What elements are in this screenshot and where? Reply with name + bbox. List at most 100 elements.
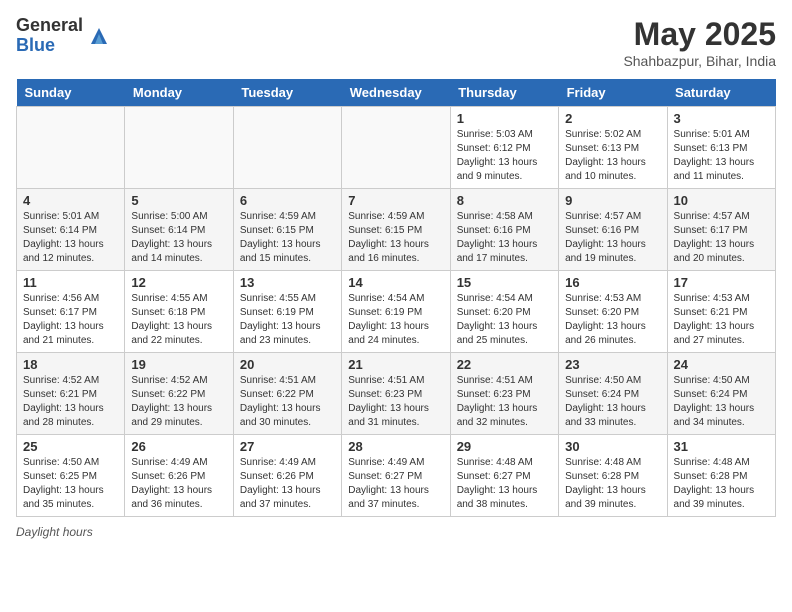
calendar-week-row: 25 Sunrise: 4:50 AM Sunset: 6:25 PM Dayli… xyxy=(17,435,776,517)
day-info: Sunrise: 4:48 AM Sunset: 6:27 PM Dayligh… xyxy=(457,456,552,512)
day-info: Sunrise: 4:50 AM Sunset: 6:24 PM Dayligh… xyxy=(674,374,769,430)
day-number: 6 xyxy=(240,193,335,208)
day-number: 22 xyxy=(457,357,552,372)
day-info: Sunrise: 4:52 AM Sunset: 6:22 PM Dayligh… xyxy=(131,374,226,430)
logo: General Blue xyxy=(16,16,111,56)
day-info: Sunrise: 4:55 AM Sunset: 6:19 PM Dayligh… xyxy=(240,292,335,348)
day-info: Sunrise: 4:57 AM Sunset: 6:16 PM Dayligh… xyxy=(565,210,660,266)
calendar-day-cell: 13 Sunrise: 4:55 AM Sunset: 6:19 PM Dayli… xyxy=(233,271,341,353)
day-number: 16 xyxy=(565,275,660,290)
day-number: 1 xyxy=(457,111,552,126)
calendar-day-cell: 26Sunrise: 4:49 AM Sunset: 6:26 PM Dayli… xyxy=(125,435,233,517)
calendar-day-cell: 22 Sunrise: 4:51 AM Sunset: 6:23 PM Dayli… xyxy=(450,353,558,435)
day-info: Sunrise: 4:50 AM Sunset: 6:24 PM Dayligh… xyxy=(565,374,660,430)
calendar-day-cell: 19 Sunrise: 4:52 AM Sunset: 6:22 PM Dayli… xyxy=(125,353,233,435)
calendar-week-row: 1 Sunrise: 5:03 AM Sunset: 6:12 PM Daylig… xyxy=(17,107,776,189)
day-number: 28 xyxy=(348,439,443,454)
calendar-day-cell: 31 Sunrise: 4:48 AM Sunset: 6:28 PM Dayli… xyxy=(667,435,775,517)
calendar-week-row: 18Sunrise: 4:52 AM Sunset: 6:21 PM Dayli… xyxy=(17,353,776,435)
day-number: 25 xyxy=(23,439,118,454)
day-info: Sunrise: 5:01 AM Sunset: 6:14 PM Dayligh… xyxy=(23,210,118,266)
calendar-day-cell: 18Sunrise: 4:52 AM Sunset: 6:21 PM Dayli… xyxy=(17,353,125,435)
day-number: 20 xyxy=(240,357,335,372)
calendar-day-cell: 21Sunrise: 4:51 AM Sunset: 6:23 PM Dayli… xyxy=(342,353,450,435)
calendar-day-cell: 4 Sunrise: 5:01 AM Sunset: 6:14 PM Daylig… xyxy=(17,189,125,271)
calendar-day-cell: 8Sunrise: 4:58 AM Sunset: 6:16 PM Daylig… xyxy=(450,189,558,271)
day-number: 9 xyxy=(565,193,660,208)
day-info: Sunrise: 4:49 AM Sunset: 6:26 PM Dayligh… xyxy=(131,456,226,512)
day-info: Sunrise: 4:57 AM Sunset: 6:17 PM Dayligh… xyxy=(674,210,769,266)
day-info: Sunrise: 4:54 AM Sunset: 6:20 PM Dayligh… xyxy=(457,292,552,348)
day-number: 7 xyxy=(348,193,443,208)
calendar-day-cell: 3 Sunrise: 5:01 AM Sunset: 6:13 PM Daylig… xyxy=(667,107,775,189)
calendar-day-cell: 1 Sunrise: 5:03 AM Sunset: 6:12 PM Daylig… xyxy=(450,107,558,189)
day-number: 11 xyxy=(23,275,118,290)
day-info: Sunrise: 5:02 AM Sunset: 6:13 PM Dayligh… xyxy=(565,128,660,184)
day-number: 13 xyxy=(240,275,335,290)
calendar-day-cell xyxy=(233,107,341,189)
day-info: Sunrise: 5:01 AM Sunset: 6:13 PM Dayligh… xyxy=(674,128,769,184)
day-number: 2 xyxy=(565,111,660,126)
calendar-day-cell: 5 Sunrise: 5:00 AM Sunset: 6:14 PM Daylig… xyxy=(125,189,233,271)
day-number: 31 xyxy=(674,439,769,454)
day-number: 27 xyxy=(240,439,335,454)
logo-general-text: General xyxy=(16,16,83,36)
month-year-title: May 2025 xyxy=(623,16,776,53)
day-info: Sunrise: 5:03 AM Sunset: 6:12 PM Dayligh… xyxy=(457,128,552,184)
calendar-day-cell xyxy=(17,107,125,189)
day-number: 19 xyxy=(131,357,226,372)
calendar-week-row: 11 Sunrise: 4:56 AM Sunset: 6:17 PM Dayli… xyxy=(17,271,776,353)
calendar-day-cell: 6 Sunrise: 4:59 AM Sunset: 6:15 PM Daylig… xyxy=(233,189,341,271)
page-header: General Blue May 2025 Shahbazpur, Bihar,… xyxy=(16,16,776,69)
daylight-hours-label: Daylight hours xyxy=(16,525,93,539)
logo-blue-text: Blue xyxy=(16,36,83,56)
calendar-day-cell: 28 Sunrise: 4:49 AM Sunset: 6:27 PM Dayli… xyxy=(342,435,450,517)
day-info: Sunrise: 4:49 AM Sunset: 6:27 PM Dayligh… xyxy=(348,456,443,512)
day-number: 12 xyxy=(131,275,226,290)
calendar-week-row: 4 Sunrise: 5:01 AM Sunset: 6:14 PM Daylig… xyxy=(17,189,776,271)
calendar-day-cell: 17Sunrise: 4:53 AM Sunset: 6:21 PM Dayli… xyxy=(667,271,775,353)
calendar-day-header: Monday xyxy=(125,79,233,107)
day-info: Sunrise: 4:54 AM Sunset: 6:19 PM Dayligh… xyxy=(348,292,443,348)
logo-icon xyxy=(87,24,111,48)
day-info: Sunrise: 5:00 AM Sunset: 6:14 PM Dayligh… xyxy=(131,210,226,266)
day-info: Sunrise: 4:56 AM Sunset: 6:17 PM Dayligh… xyxy=(23,292,118,348)
day-number: 5 xyxy=(131,193,226,208)
day-number: 21 xyxy=(348,357,443,372)
calendar-day-cell: 27 Sunrise: 4:49 AM Sunset: 6:26 PM Dayli… xyxy=(233,435,341,517)
day-info: Sunrise: 4:59 AM Sunset: 6:15 PM Dayligh… xyxy=(348,210,443,266)
calendar-day-header: Tuesday xyxy=(233,79,341,107)
day-number: 4 xyxy=(23,193,118,208)
day-info: Sunrise: 4:51 AM Sunset: 6:23 PM Dayligh… xyxy=(457,374,552,430)
calendar-day-cell: 7 Sunrise: 4:59 AM Sunset: 6:15 PM Daylig… xyxy=(342,189,450,271)
day-number: 14 xyxy=(348,275,443,290)
day-info: Sunrise: 4:52 AM Sunset: 6:21 PM Dayligh… xyxy=(23,374,118,430)
day-info: Sunrise: 4:50 AM Sunset: 6:25 PM Dayligh… xyxy=(23,456,118,512)
calendar-day-header: Saturday xyxy=(667,79,775,107)
calendar-day-cell xyxy=(125,107,233,189)
calendar-day-header: Wednesday xyxy=(342,79,450,107)
day-info: Sunrise: 4:59 AM Sunset: 6:15 PM Dayligh… xyxy=(240,210,335,266)
day-info: Sunrise: 4:55 AM Sunset: 6:18 PM Dayligh… xyxy=(131,292,226,348)
title-section: May 2025 Shahbazpur, Bihar, India xyxy=(623,16,776,69)
calendar-day-cell xyxy=(342,107,450,189)
calendar-day-cell: 30Sunrise: 4:48 AM Sunset: 6:28 PM Dayli… xyxy=(559,435,667,517)
calendar-day-cell: 12 Sunrise: 4:55 AM Sunset: 6:18 PM Dayli… xyxy=(125,271,233,353)
calendar-footer: Daylight hours xyxy=(16,525,776,539)
calendar-day-cell: 23 Sunrise: 4:50 AM Sunset: 6:24 PM Dayli… xyxy=(559,353,667,435)
day-info: Sunrise: 4:53 AM Sunset: 6:20 PM Dayligh… xyxy=(565,292,660,348)
calendar-day-header: Thursday xyxy=(450,79,558,107)
calendar-day-cell: 29Sunrise: 4:48 AM Sunset: 6:27 PM Dayli… xyxy=(450,435,558,517)
calendar-day-cell: 16 Sunrise: 4:53 AM Sunset: 6:20 PM Dayli… xyxy=(559,271,667,353)
day-info: Sunrise: 4:51 AM Sunset: 6:22 PM Dayligh… xyxy=(240,374,335,430)
calendar-day-cell: 15 Sunrise: 4:54 AM Sunset: 6:20 PM Dayli… xyxy=(450,271,558,353)
day-number: 15 xyxy=(457,275,552,290)
calendar-day-cell: 10Sunrise: 4:57 AM Sunset: 6:17 PM Dayli… xyxy=(667,189,775,271)
day-info: Sunrise: 4:49 AM Sunset: 6:26 PM Dayligh… xyxy=(240,456,335,512)
calendar-header-row: SundayMondayTuesdayWednesdayThursdayFrid… xyxy=(17,79,776,107)
day-number: 3 xyxy=(674,111,769,126)
day-number: 23 xyxy=(565,357,660,372)
calendar-day-cell: 9 Sunrise: 4:57 AM Sunset: 6:16 PM Daylig… xyxy=(559,189,667,271)
calendar-day-cell: 24Sunrise: 4:50 AM Sunset: 6:24 PM Dayli… xyxy=(667,353,775,435)
day-info: Sunrise: 4:48 AM Sunset: 6:28 PM Dayligh… xyxy=(674,456,769,512)
